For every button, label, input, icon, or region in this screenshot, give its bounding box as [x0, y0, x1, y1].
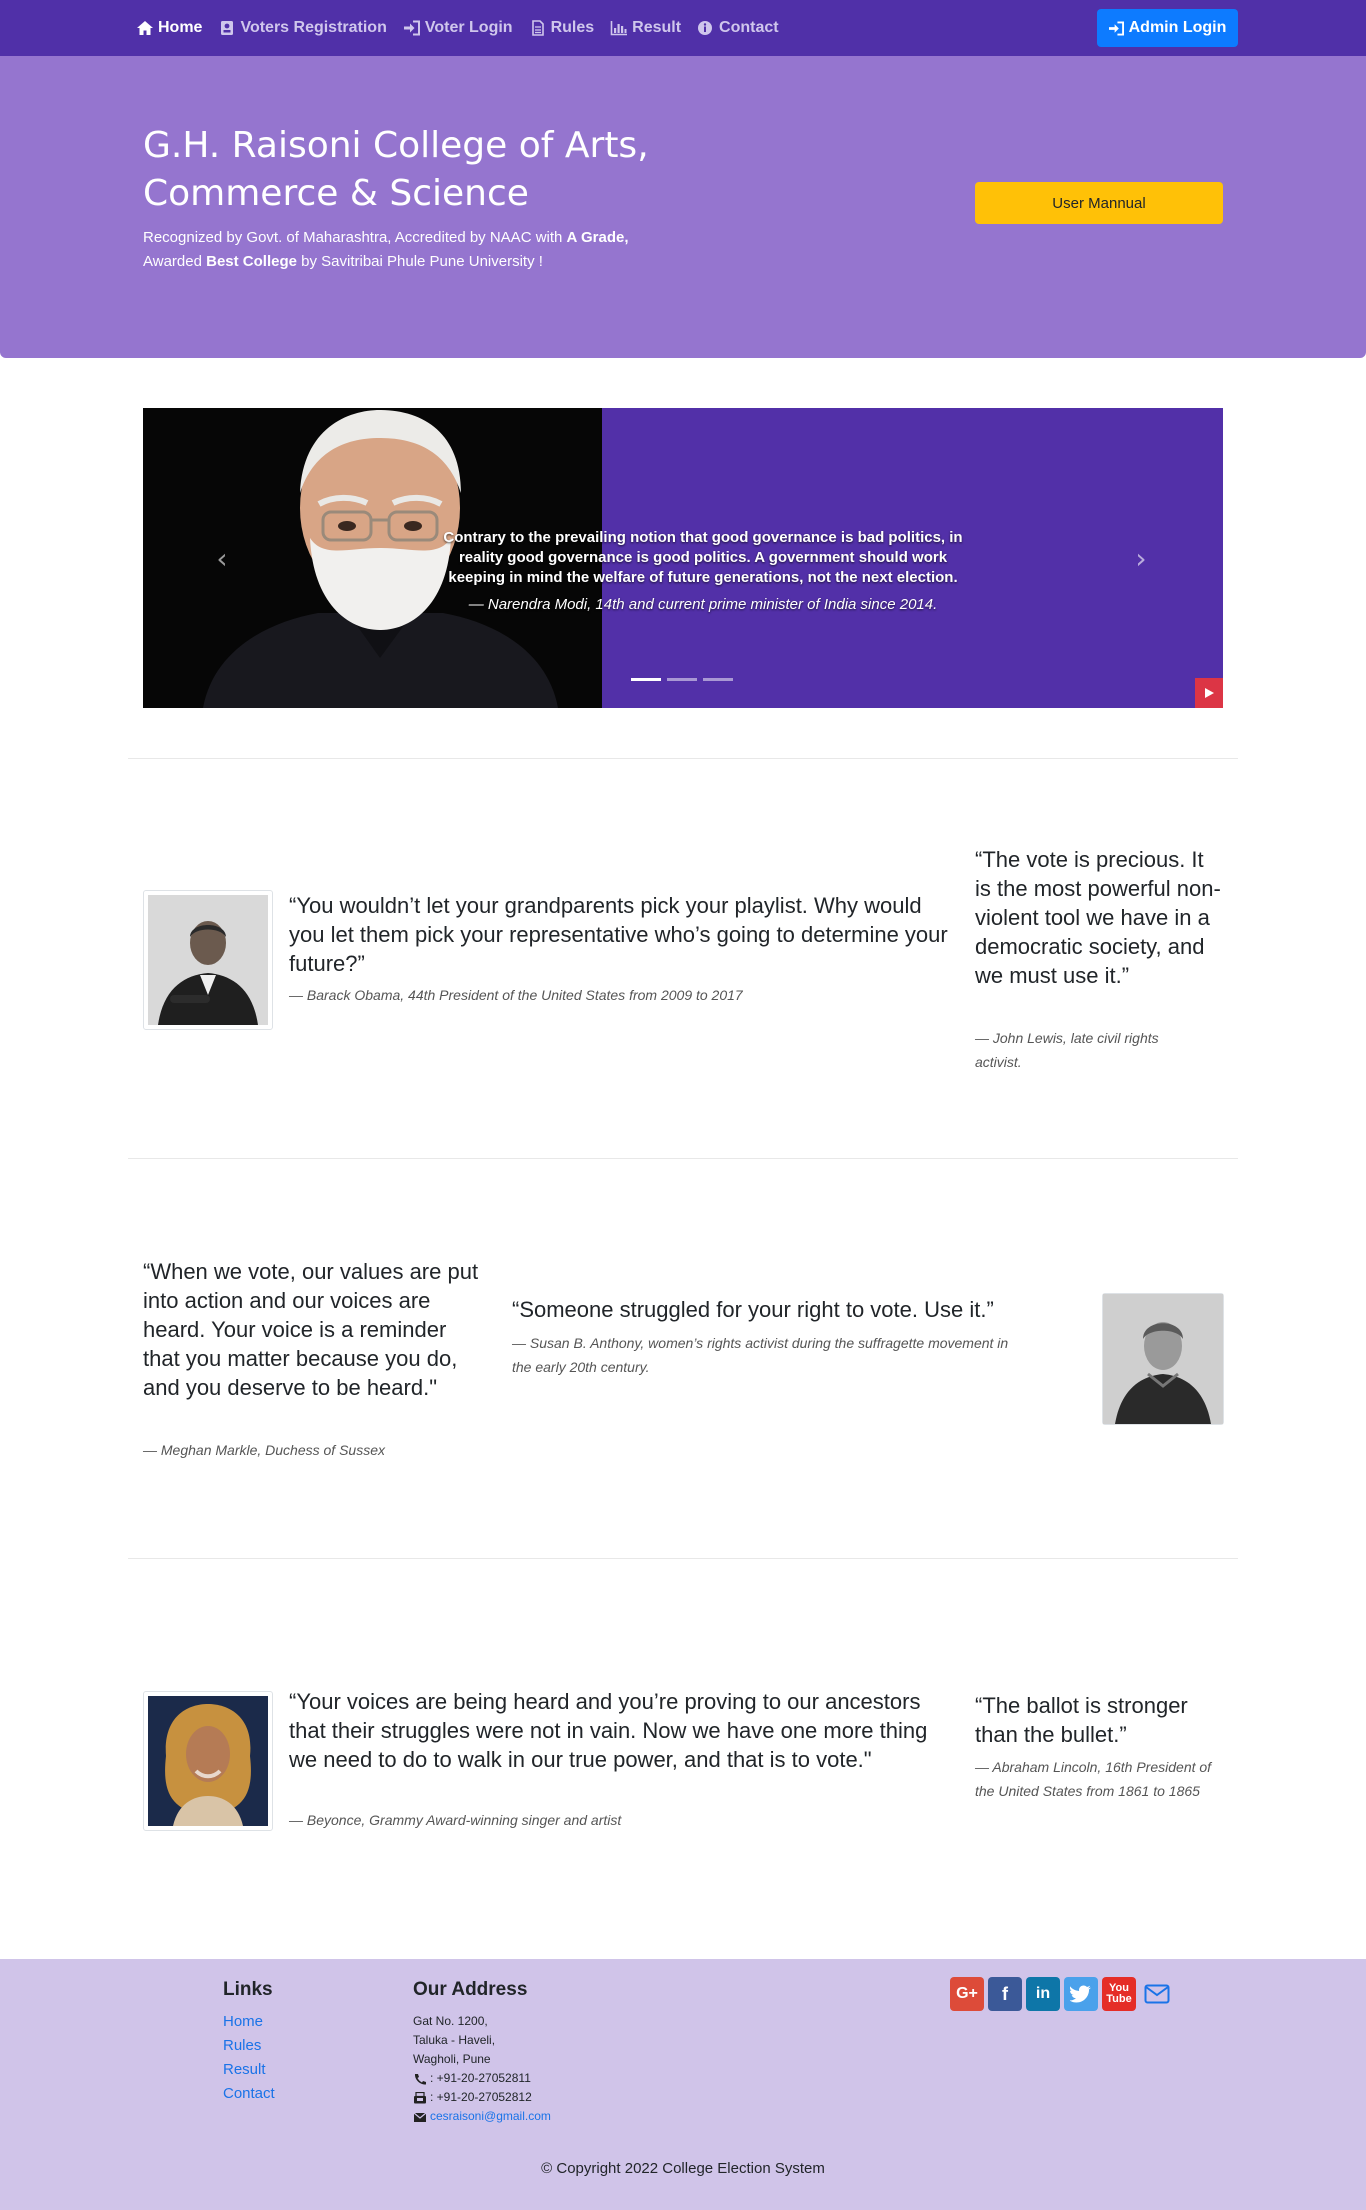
- subtitle-bold-1: A Grade,: [566, 229, 629, 246]
- address-line: Gat No. 1200,: [413, 2014, 488, 2028]
- lewis-quote: “The vote is precious. It is the most po…: [975, 847, 1221, 988]
- carousel-cite: — Narendra Modi, 14th and current prime …: [468, 596, 938, 613]
- carousel-indicator-1[interactable]: [631, 678, 661, 681]
- footer-link-result[interactable]: Result: [223, 2058, 275, 2082]
- nav-rules-label: Rules: [550, 19, 595, 36]
- divider: [128, 758, 1238, 759]
- google-plus-icon[interactable]: G+: [950, 1977, 984, 2011]
- fax-row: : +91-20-27052812: [413, 2088, 551, 2107]
- obama-quote: “You wouldn’t let your grandparents pick…: [289, 893, 948, 976]
- obama-portrait: [143, 890, 273, 1030]
- carousel-prev-button[interactable]: ‹: [207, 538, 237, 578]
- copyright-text: © Copyright 2022 College Election System: [541, 2160, 825, 2177]
- phone-icon: [414, 2073, 426, 2085]
- carousel-indicators: [631, 678, 739, 681]
- footer-link-contact[interactable]: Contact: [223, 2082, 275, 2106]
- subtitle-text-2: Awarded: [143, 253, 207, 270]
- carousel-indicator-2[interactable]: [667, 678, 697, 681]
- nav-home[interactable]: Home: [136, 19, 202, 37]
- divider: [128, 1558, 1238, 1559]
- twitter-icon[interactable]: [1064, 1977, 1098, 2011]
- nav-voters-registration[interactable]: Voters Registration: [218, 19, 387, 37]
- nav-voters-registration-label: Voters Registration: [240, 19, 387, 36]
- phone-number: : +91-20-27052811: [430, 2071, 531, 2085]
- anthony-cite: — Susan B. Anthony, women’s rights activ…: [512, 1335, 1009, 1375]
- college-subtitle: Recognized by Govt. of Maharashtra, Accr…: [143, 226, 703, 274]
- footer-link-rules[interactable]: Rules: [223, 2034, 275, 2058]
- social-links: G+ f in You Tube: [950, 1977, 1178, 2011]
- facebook-icon[interactable]: f: [988, 1977, 1022, 2011]
- nav-rules[interactable]: Rules: [529, 19, 595, 37]
- sign-in-icon: [403, 20, 421, 36]
- address-block: Gat No. 1200, Taluka - Haveli, Wagholi, …: [413, 2012, 551, 2126]
- carousel-caption: Contrary to the prevailing notion that g…: [443, 528, 963, 616]
- email-row: cesraisoni@gmail.com: [413, 2107, 551, 2126]
- subtitle-text-3: by Savitribai Phule Pune University !: [296, 253, 543, 270]
- beyonce-quote: “Your voices are being heard and you’re …: [289, 1689, 928, 1772]
- navbar: Home Voters Registration Voter Login Rul…: [0, 0, 1366, 56]
- footer-link-home[interactable]: Home: [223, 2010, 275, 2034]
- address-heading: Our Address: [413, 1979, 528, 2000]
- phone-row: : +91-20-27052811: [413, 2069, 551, 2088]
- email-link[interactable]: cesraisoni@gmail.com: [430, 2107, 551, 2126]
- admin-login-label: Admin Login: [1128, 19, 1227, 36]
- envelope-icon[interactable]: [1140, 1977, 1174, 2011]
- address-line: Wagholi, Pune: [413, 2052, 491, 2066]
- fax-number: : +91-20-27052812: [430, 2090, 532, 2104]
- lewis-cite: — John Lewis, late civil rights activist…: [975, 1030, 1159, 1070]
- carousel-quote: Contrary to the prevailing notion that g…: [443, 529, 963, 586]
- chevron-right-icon: ›: [1135, 541, 1147, 575]
- youtube-icon[interactable]: You Tube: [1102, 1977, 1136, 2011]
- markle-quote: “When we vote, our values are put into a…: [143, 1259, 479, 1400]
- play-icon: [1205, 688, 1214, 698]
- linkedin-icon[interactable]: in: [1026, 1977, 1060, 2011]
- nav-result[interactable]: Result: [610, 19, 681, 37]
- hero-banner: G.H. Raisoni College of Arts, Commerce &…: [0, 56, 1366, 358]
- beyonce-cite: — Beyonce, Grammy Award-winning singer a…: [289, 1812, 622, 1828]
- bar-chart-icon: [610, 20, 628, 36]
- carousel-next-button[interactable]: ›: [1126, 538, 1156, 578]
- play-video-button[interactable]: [1195, 678, 1223, 708]
- user-manual-button[interactable]: User Mannual: [975, 182, 1223, 224]
- divider: [128, 1158, 1238, 1159]
- obama-cite: — Barack Obama, 44th President of the Un…: [289, 987, 743, 1003]
- sign-in-icon: [1108, 20, 1124, 36]
- nav-voter-login-label: Voter Login: [424, 19, 513, 36]
- markle-cite: — Meghan Markle, Duchess of Sussex: [143, 1442, 385, 1458]
- nav-links: Home Voters Registration Voter Login Rul…: [136, 0, 795, 56]
- envelope-icon: [413, 2112, 427, 2122]
- lincoln-cite: — Abraham Lincoln, 16th President of the…: [975, 1759, 1212, 1799]
- lincoln-quote: “The ballot is stronger than the bullet.…: [975, 1693, 1188, 1747]
- beyonce-portrait: [143, 1691, 273, 1831]
- chevron-left-icon: ‹: [216, 541, 228, 575]
- nav-result-label: Result: [632, 19, 682, 36]
- subtitle-bold-2: Best College: [206, 253, 297, 270]
- links-heading: Links: [223, 1979, 273, 2000]
- nav-contact-label: Contact: [719, 19, 779, 36]
- anthony-portrait: [1102, 1293, 1224, 1425]
- file-icon: [529, 20, 547, 36]
- nav-home-label: Home: [158, 19, 203, 36]
- college-title: G.H. Raisoni College of Arts, Commerce &…: [143, 125, 649, 214]
- home-icon: [136, 20, 154, 36]
- carousel-indicator-3[interactable]: [703, 678, 733, 681]
- footer: Links Home Rules Result Contact Our Addr…: [0, 1959, 1366, 2210]
- subtitle-text-1: Recognized by Govt. of Maharashtra, Accr…: [143, 229, 567, 246]
- info-circle-icon: [697, 20, 715, 36]
- anthony-quote: “Someone struggled for your right to vot…: [512, 1297, 994, 1322]
- admin-login-button[interactable]: Admin Login: [1097, 9, 1238, 47]
- quote-carousel: Contrary to the prevailing notion that g…: [143, 408, 1223, 708]
- nav-contact[interactable]: Contact: [697, 19, 779, 37]
- id-card-icon: [218, 20, 236, 36]
- footer-links: Home Rules Result Contact: [223, 2010, 275, 2106]
- nav-voter-login[interactable]: Voter Login: [403, 19, 513, 37]
- address-line: Taluka - Haveli,: [413, 2033, 496, 2047]
- fax-icon: [414, 2091, 426, 2103]
